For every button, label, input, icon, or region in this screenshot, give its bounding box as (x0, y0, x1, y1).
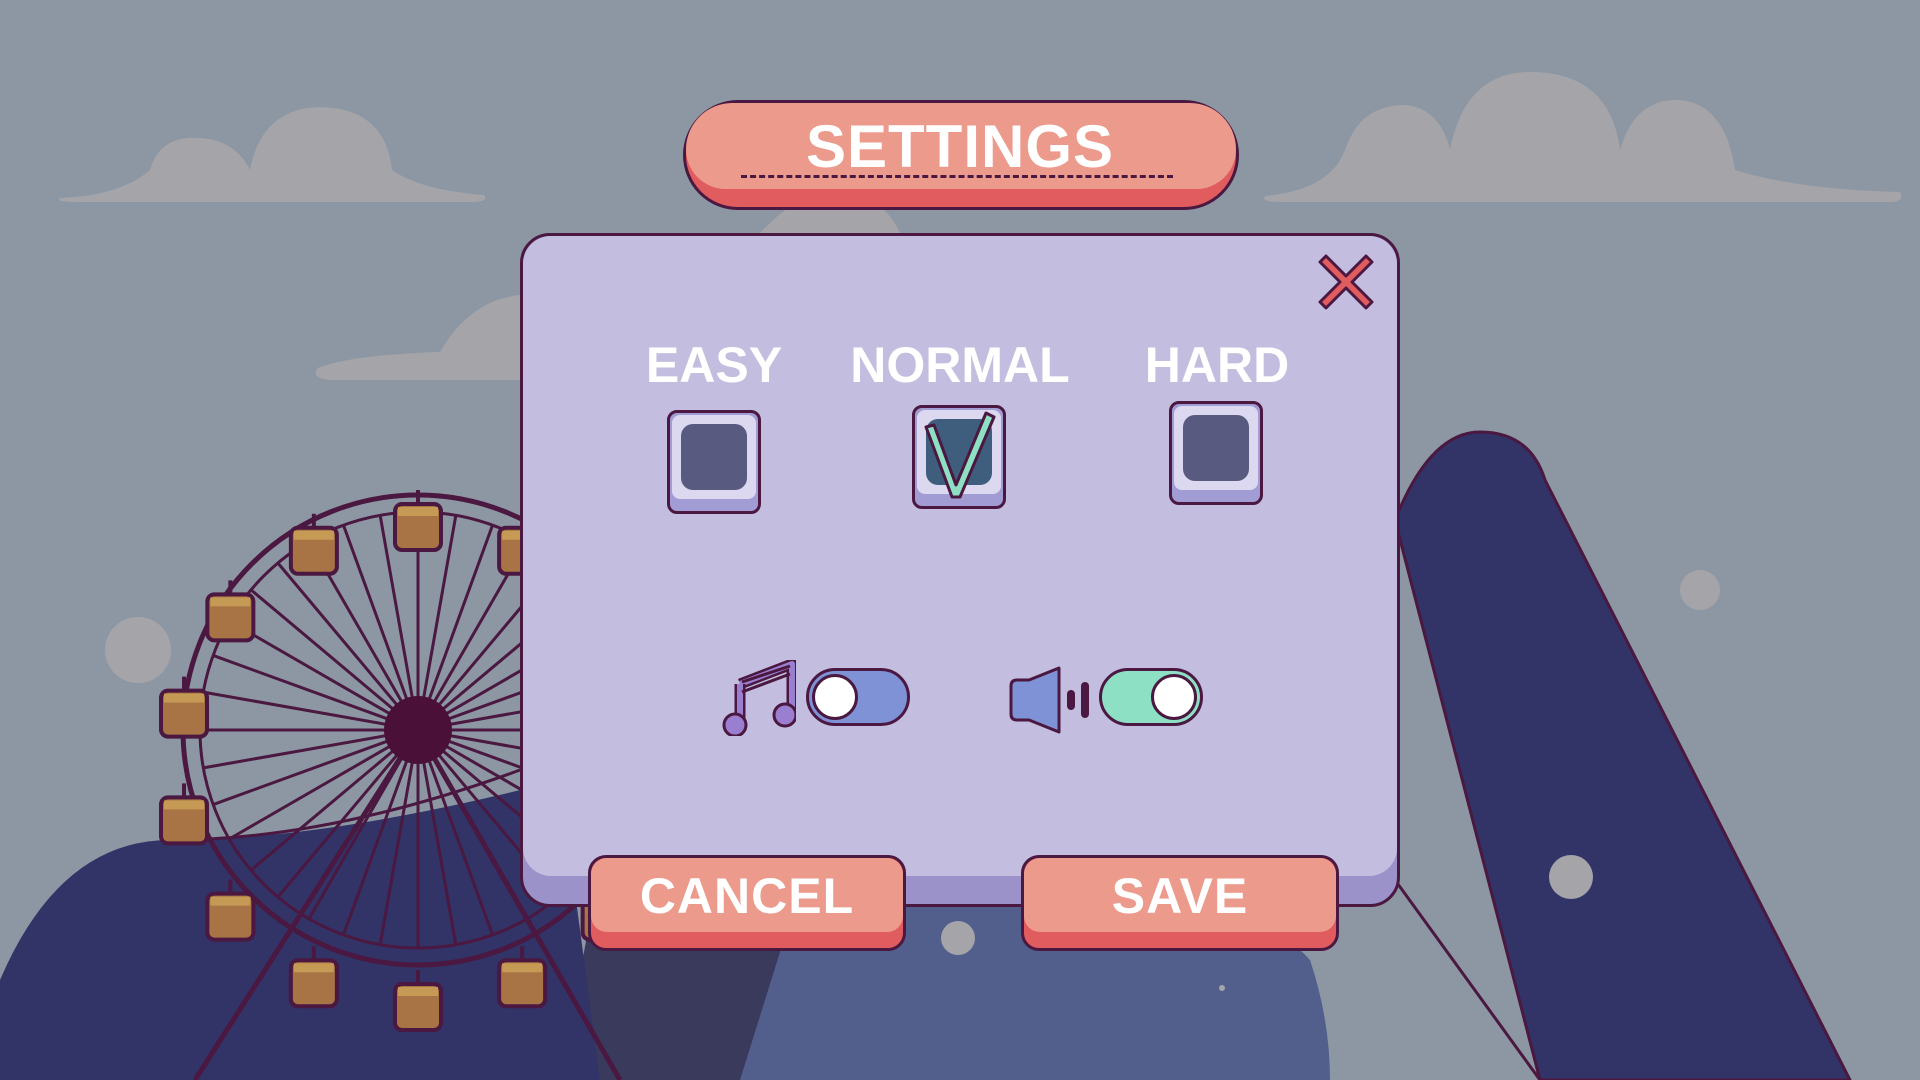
save-button-label: SAVE (1111, 868, 1249, 924)
cancel-button[interactable]: CANCEL (588, 855, 906, 951)
title-underline (741, 175, 1173, 178)
close-button[interactable] (1310, 246, 1382, 318)
save-button[interactable]: SAVE (1021, 855, 1339, 951)
settings-title-banner: SETTINGS (683, 100, 1239, 210)
music-toggle[interactable] (806, 668, 910, 726)
cancel-button-label: CANCEL (639, 868, 855, 924)
speaker-icon (1009, 666, 1089, 734)
settings-panel (520, 233, 1400, 907)
difficulty-label-normal: NORMAL (850, 337, 1070, 393)
difficulty-label-hard: HARD (1144, 337, 1290, 393)
difficulty-checkbox-easy[interactable] (667, 410, 761, 514)
difficulty-checkbox-hard[interactable] (1169, 401, 1263, 505)
checkmark-icon (924, 411, 996, 499)
sound-toggle[interactable] (1099, 668, 1203, 726)
close-icon (1318, 254, 1374, 310)
difficulty-label-easy: EASY (645, 337, 783, 393)
music-note-icon (722, 660, 796, 736)
difficulty-checkbox-normal[interactable] (912, 405, 1006, 509)
page-title: SETTINGS (805, 113, 1115, 180)
